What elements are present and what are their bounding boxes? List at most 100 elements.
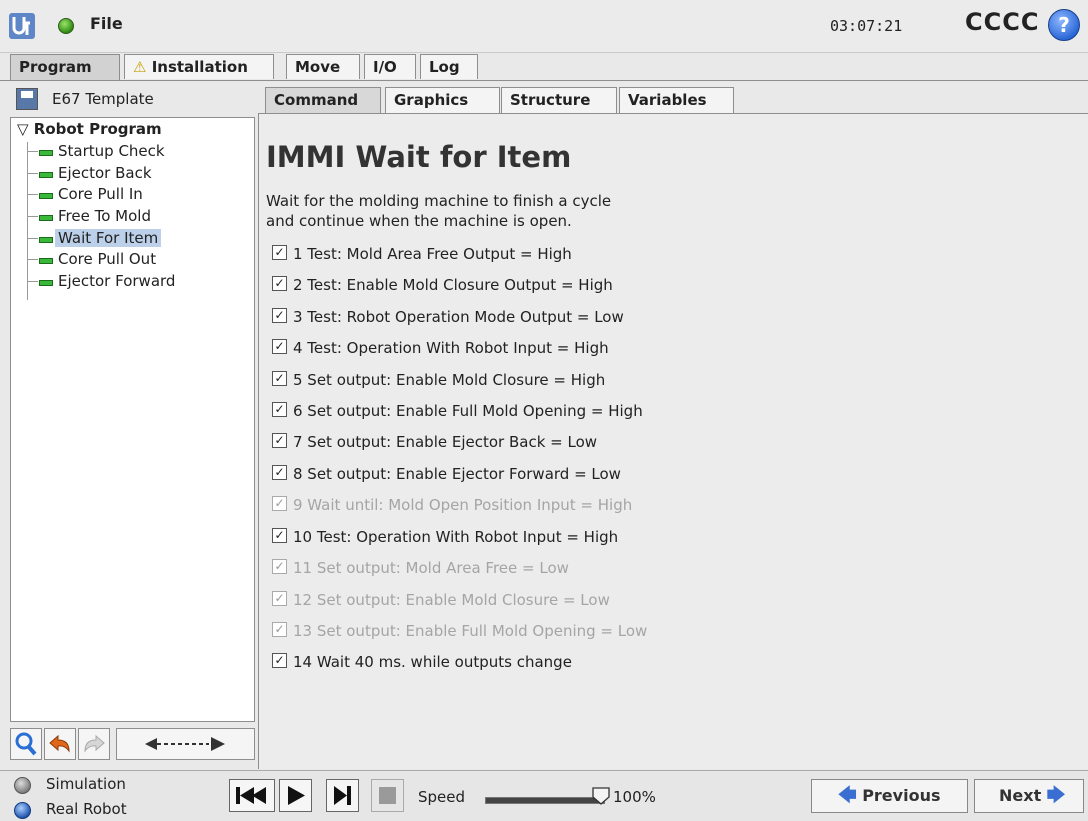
tree-item-core-pull-in[interactable]: Core Pull In <box>27 184 146 205</box>
tab-log[interactable]: Log <box>420 54 478 79</box>
checkbox: ✓ <box>272 591 287 606</box>
check-label: 12 Set output: Enable Mold Closure = Low <box>293 591 610 609</box>
tab-variables[interactable]: Variables <box>619 87 734 113</box>
check-row-11: ✓ 11 Set output: Mold Area Free = Low <box>272 557 569 579</box>
checkbox[interactable]: ✓ <box>272 402 287 417</box>
tree-item-wait-for-item[interactable]: Wait For Item <box>27 228 162 249</box>
previous-button[interactable]: 🡄 Previous <box>811 779 968 813</box>
tree-item-startup-check[interactable]: Startup Check <box>27 141 168 162</box>
tree-root[interactable]: ▽ Robot Program <box>17 120 162 138</box>
check-label: 14 Wait 40 ms. while outputs change <box>293 653 572 671</box>
tree-item-ejector-back[interactable]: Ejector Back <box>27 163 155 184</box>
move-arrows-icon <box>145 737 225 751</box>
node-icon <box>39 258 53 264</box>
check-row-10[interactable]: ✓ 10 Test: Operation With Robot Input = H… <box>272 526 618 548</box>
save-icon[interactable] <box>16 88 38 110</box>
play-button[interactable] <box>279 779 312 812</box>
checkbox: ✓ <box>272 622 287 637</box>
simulation-radio[interactable] <box>14 777 31 794</box>
ur-logo-icon <box>9 13 35 39</box>
tab-label: Structure <box>510 91 591 109</box>
node-icon <box>39 215 53 221</box>
tree-item-label: Wait For Item <box>55 229 162 247</box>
check-row-13: ✓ 13 Set output: Enable Full Mold Opening… <box>272 620 647 642</box>
play-icon <box>288 786 305 805</box>
tab-label: Command <box>274 91 359 109</box>
undo-icon <box>49 734 70 753</box>
checkbox[interactable]: ✓ <box>272 465 287 480</box>
checkbox: ✓ <box>272 559 287 574</box>
tree-item-label: Core Pull In <box>58 185 143 203</box>
program-tree[interactable]: ▽ Robot Program Startup Check Ejector Ba… <box>10 117 255 722</box>
speed-slider[interactable] <box>485 797 605 804</box>
tree-item-label: Core Pull Out <box>58 250 157 268</box>
redo-button[interactable] <box>78 728 110 760</box>
tab-program[interactable]: Program <box>10 54 120 81</box>
checkbox[interactable]: ✓ <box>272 433 287 448</box>
node-icon <box>39 237 53 243</box>
robot-status-icon <box>58 18 74 34</box>
tree-toolbar <box>10 728 255 762</box>
speed-fill <box>486 798 604 803</box>
undo-button[interactable] <box>44 728 76 760</box>
step-button[interactable] <box>326 779 359 812</box>
tab-io[interactable]: I/O <box>364 54 416 79</box>
tree-item-free-to-mold[interactable]: Free To Mold <box>27 206 154 227</box>
search-icon <box>15 732 37 756</box>
node-icon <box>39 193 53 199</box>
arrow-right-icon: 🡆 <box>1046 785 1066 806</box>
tab-graphics[interactable]: Graphics <box>385 87 500 113</box>
tab-structure[interactable]: Structure <box>501 87 617 113</box>
checkbox[interactable]: ✓ <box>272 276 287 291</box>
check-row-14[interactable]: ✓ 14 Wait 40 ms. while outputs change <box>272 651 572 673</box>
search-button[interactable] <box>10 728 42 760</box>
help-icon[interactable]: ? <box>1048 9 1080 41</box>
tab-installation[interactable]: ⚠ Installation <box>124 54 274 79</box>
real-robot-label: Real Robot <box>46 800 127 818</box>
check-label: 5 Set output: Enable Mold Closure = High <box>293 371 606 389</box>
tab-move[interactable]: Move <box>286 54 360 79</box>
file-menu[interactable]: File <box>90 14 123 33</box>
check-label: 4 Test: Operation With Robot Input = Hig… <box>293 339 609 357</box>
check-row-4[interactable]: ✓ 4 Test: Operation With Robot Input = Hi… <box>272 337 609 359</box>
check-row-1[interactable]: ✓ 1 Test: Mold Area Free Output = High <box>272 243 572 265</box>
tree-item-ejector-forward[interactable]: Ejector Forward <box>27 271 178 292</box>
tree-item-label: Ejector Back <box>58 164 152 182</box>
previous-label: Previous <box>862 786 941 805</box>
next-label: Next <box>999 786 1042 805</box>
check-label: 10 Test: Operation With Robot Input = Hi… <box>293 528 619 546</box>
speed-slider-handle[interactable] <box>591 786 611 806</box>
tab-label: I/O <box>373 58 397 76</box>
next-button[interactable]: Next 🡆 <box>974 779 1084 813</box>
real-robot-radio[interactable] <box>14 802 31 819</box>
arrow-left-icon: 🡄 <box>838 785 857 806</box>
collapse-triangle-icon[interactable]: ▽ <box>17 120 29 138</box>
check-row-3[interactable]: ✓ 3 Test: Robot Operation Mode Output = L… <box>272 306 624 328</box>
tab-command[interactable]: Command <box>265 87 381 113</box>
skip-back-button[interactable] <box>229 779 275 812</box>
step-icon <box>334 786 351 805</box>
tab-label: Program <box>19 58 92 76</box>
checkbox[interactable]: ✓ <box>272 339 287 354</box>
check-label: 7 Set output: Enable Ejector Back = Low <box>293 433 598 451</box>
stop-button[interactable] <box>371 779 404 812</box>
tree-item-core-pull-out[interactable]: Core Pull Out <box>27 249 159 270</box>
check-row-2[interactable]: ✓ 2 Test: Enable Mold Closure Output = Hi… <box>272 274 613 296</box>
checkbox[interactable]: ✓ <box>272 371 287 386</box>
tab-divider <box>0 80 1088 81</box>
check-row-7[interactable]: ✓ 7 Set output: Enable Ejector Back = Low <box>272 431 597 453</box>
check-label: 9 Wait until: Mold Open Position Input =… <box>293 496 633 514</box>
check-row-8[interactable]: ✓ 8 Set output: Enable Ejector Forward = … <box>272 463 621 485</box>
move-node-button[interactable] <box>116 728 255 760</box>
checkbox[interactable]: ✓ <box>272 308 287 323</box>
warning-icon: ⚠ <box>133 58 147 76</box>
node-icon <box>39 280 53 286</box>
check-row-5[interactable]: ✓ 5 Set output: Enable Mold Closure = Hig… <box>272 369 605 391</box>
check-row-6[interactable]: ✓ 6 Set output: Enable Full Mold Opening … <box>272 400 643 422</box>
checkbox[interactable]: ✓ <box>272 528 287 543</box>
node-icon <box>39 172 53 178</box>
checkbox: ✓ <box>272 496 287 511</box>
checkbox[interactable]: ✓ <box>272 653 287 668</box>
tab-label: Graphics <box>394 91 469 109</box>
checkbox[interactable]: ✓ <box>272 245 287 260</box>
